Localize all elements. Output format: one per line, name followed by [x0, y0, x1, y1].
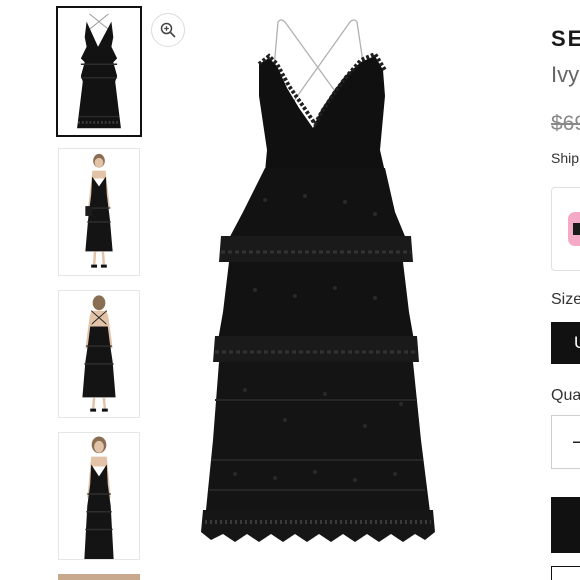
secondary-action-button[interactable]: [551, 566, 580, 580]
size-label: Size: [551, 291, 580, 308]
thumbnail-model-closeup[interactable]: [58, 432, 140, 560]
size-option-label: U: [574, 333, 580, 353]
model-closeup-thumbnail-image: [59, 433, 139, 559]
promo-box[interactable]: [551, 187, 580, 271]
thumbnail-strip: [0, 0, 150, 580]
product-name: Ivy: [551, 62, 580, 87]
model-back-thumbnail-image: [59, 291, 139, 417]
quantity-decrement-icon[interactable]: –: [573, 428, 580, 454]
thumbnail-dress-flat[interactable]: [56, 6, 142, 137]
shipping-text: Ship: [551, 150, 580, 166]
promo-badge: [568, 212, 580, 246]
thumbnail-model-front[interactable]: [58, 148, 140, 276]
add-to-bag-button[interactable]: [551, 497, 580, 553]
zoom-button[interactable]: [151, 13, 185, 47]
dress-flat-thumbnail-image: [58, 8, 140, 135]
quantity-label: Qua: [551, 387, 580, 404]
size-option-button[interactable]: U: [551, 322, 580, 364]
brand-name: SE: [551, 26, 580, 51]
product-info-panel: SE Ivy $69 Ship Size U Qua –: [548, 0, 580, 580]
model-front-thumbnail-image: [59, 149, 139, 275]
thumbnail-model-back[interactable]: [58, 290, 140, 418]
zoom-in-icon: [160, 22, 176, 38]
quantity-stepper[interactable]: –: [551, 415, 580, 469]
original-price: $69: [551, 112, 580, 135]
main-product-image[interactable]: [195, 0, 460, 580]
thumbnail-partial: [58, 574, 140, 580]
dress-main-image: [195, 0, 460, 580]
